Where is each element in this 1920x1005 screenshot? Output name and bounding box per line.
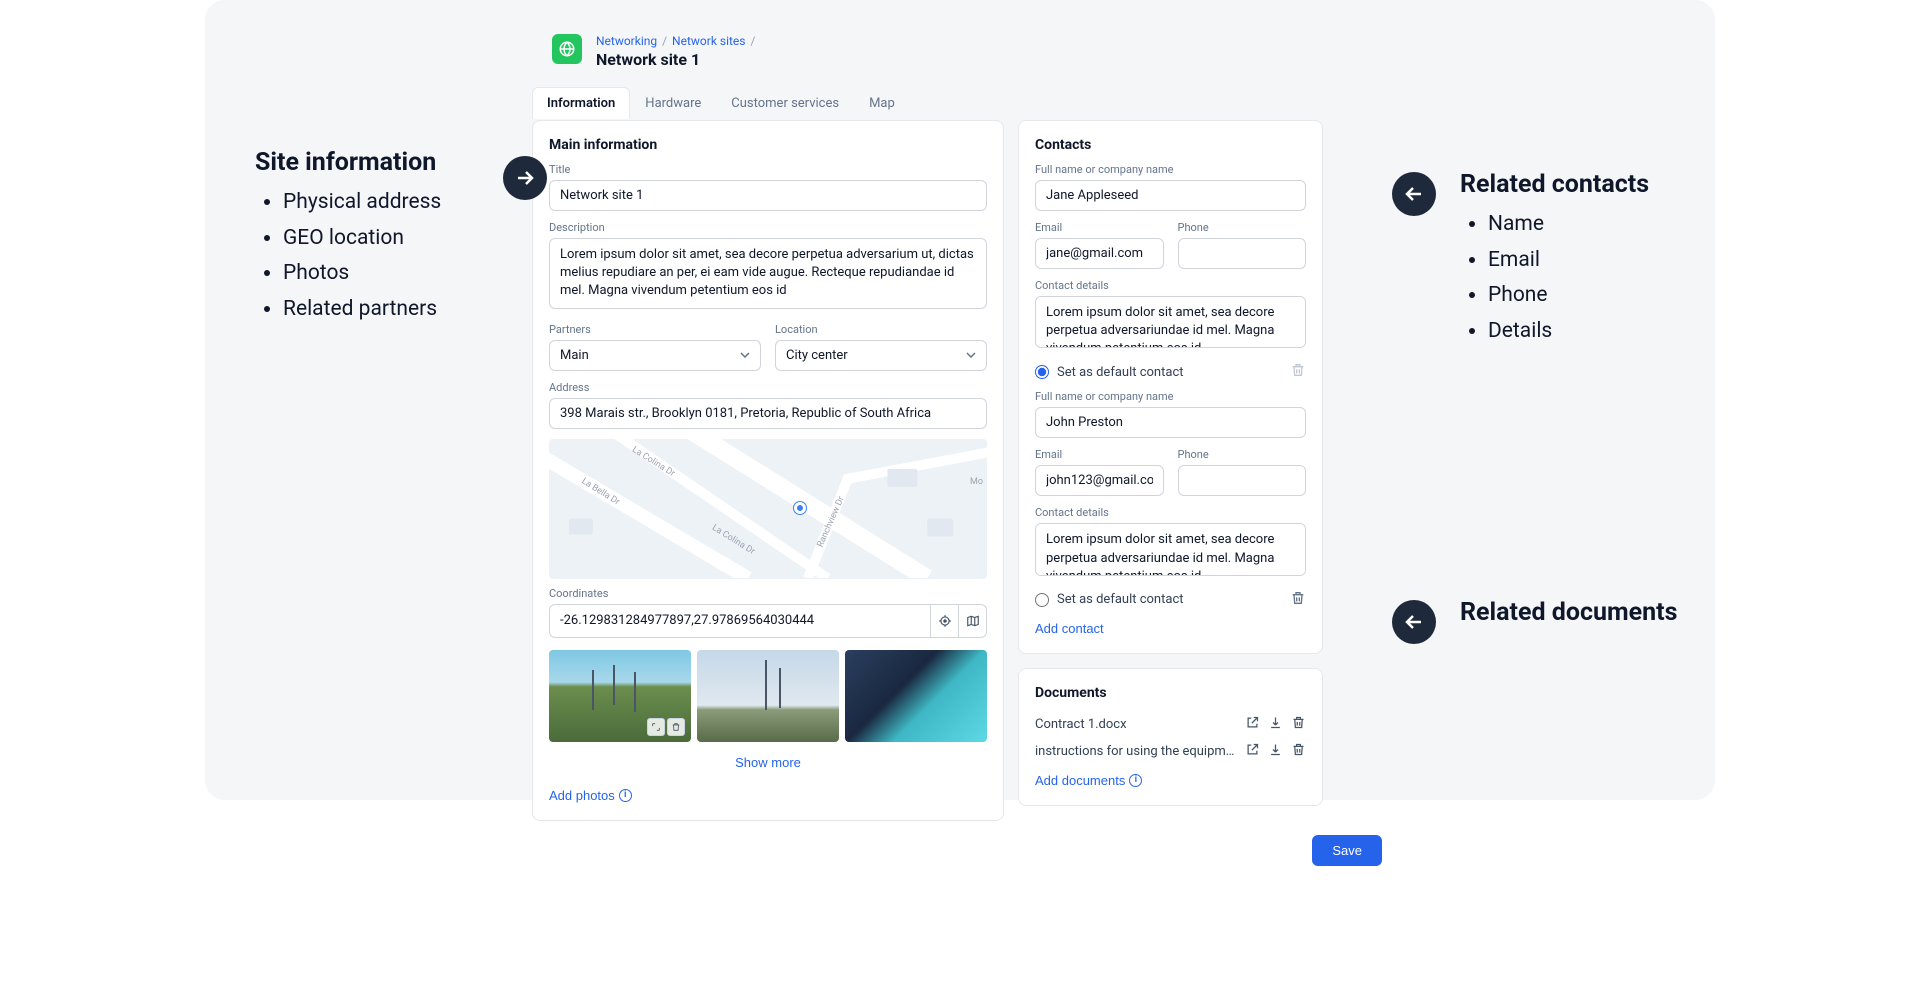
save-button[interactable]: Save — [1312, 835, 1382, 866]
trash-icon[interactable] — [1291, 715, 1306, 734]
tab-hardware[interactable]: Hardware — [630, 87, 716, 119]
location-select[interactable]: City center — [775, 340, 987, 371]
contact2-details-textarea[interactable]: Lorem ipsum dolor sit amet, sea decore p… — [1035, 523, 1306, 575]
contact1-default-radio[interactable] — [1035, 365, 1049, 379]
map-button[interactable] — [959, 604, 987, 638]
arrow-left-icon — [1392, 600, 1436, 644]
location-label: Location — [775, 323, 987, 336]
main-information-panel: Main information Title Description Lorem… — [532, 120, 1004, 821]
photo-thumb-1[interactable] — [549, 650, 691, 742]
info-icon — [619, 789, 632, 802]
callout-related-contacts: Related contacts Name Email Phone Detail… — [1460, 170, 1649, 350]
tab-map[interactable]: Map — [854, 87, 910, 119]
contact2-phone-input[interactable] — [1178, 465, 1307, 496]
map-pin-icon — [794, 502, 806, 514]
breadcrumb-l1[interactable]: Networking — [596, 34, 657, 48]
add-photos-link[interactable]: Add photos — [549, 788, 632, 803]
document-row: Contract 1.docx — [1035, 711, 1306, 738]
coords-label: Coordinates — [549, 587, 987, 600]
locate-button[interactable] — [931, 604, 959, 638]
photos-row — [549, 650, 987, 742]
partners-select[interactable]: Main — [549, 340, 761, 371]
description-label: Description — [549, 221, 987, 234]
breadcrumb-l2[interactable]: Network sites — [672, 34, 745, 48]
callout-related-documents: Related documents — [1460, 598, 1677, 635]
main-info-heading: Main information — [549, 137, 987, 153]
address-input[interactable] — [549, 398, 987, 429]
documents-panel: Documents Contract 1.docx instructions f… — [1018, 668, 1323, 806]
download-icon[interactable] — [1268, 742, 1283, 761]
open-icon[interactable] — [1245, 742, 1260, 761]
documents-heading: Documents — [1035, 685, 1306, 701]
document-name: instructions for using the equipment 1.d… — [1035, 744, 1237, 759]
title-input[interactable] — [549, 180, 987, 211]
callout-site-info: Site information Physical address GEO lo… — [255, 148, 441, 328]
contact2-email-input[interactable] — [1035, 465, 1164, 496]
contact2-delete-button[interactable] — [1290, 590, 1306, 610]
open-icon[interactable] — [1245, 715, 1260, 734]
network-site-app: Networking / Network sites / Network sit… — [532, 0, 1382, 876]
expand-icon[interactable] — [647, 718, 665, 736]
tab-customer-services[interactable]: Customer services — [716, 87, 854, 119]
page-title: Network site 1 — [596, 50, 757, 69]
coordinates-input[interactable] — [549, 604, 931, 638]
contacts-panel: Contacts Full name or company name Email… — [1018, 120, 1323, 654]
contact1-phone-input[interactable] — [1178, 238, 1307, 269]
partners-label: Partners — [549, 323, 761, 336]
show-more-link[interactable]: Show more — [735, 755, 801, 770]
contact1-delete-button[interactable] — [1290, 362, 1306, 382]
map-preview[interactable]: La Colina Dr La Bella Dr La Colina Dr Ra… — [549, 439, 987, 579]
photo-thumb-2[interactable] — [697, 650, 839, 742]
trash-icon[interactable] — [667, 718, 685, 736]
arrow-right-icon — [503, 156, 547, 200]
contact2-name-input[interactable] — [1035, 407, 1306, 438]
document-row: instructions for using the equipment 1.d… — [1035, 738, 1306, 765]
download-icon[interactable] — [1268, 715, 1283, 734]
globe-icon — [552, 34, 582, 64]
contact1-details-textarea[interactable]: Lorem ipsum dolor sit amet, sea decore p… — [1035, 296, 1306, 348]
contact1-name-input[interactable] — [1035, 180, 1306, 211]
add-documents-link[interactable]: Add documents — [1035, 773, 1142, 788]
address-label: Address — [549, 381, 987, 394]
breadcrumb: Networking / Network sites / — [596, 34, 757, 48]
document-name: Contract 1.docx — [1035, 717, 1237, 732]
photo-thumb-3[interactable] — [845, 650, 987, 742]
contacts-heading: Contacts — [1035, 137, 1306, 153]
arrow-left-icon — [1392, 172, 1436, 216]
contact1-email-input[interactable] — [1035, 238, 1164, 269]
description-textarea[interactable]: Lorem ipsum dolor sit amet, sea decore p… — [549, 238, 987, 309]
add-contact-link[interactable]: Add contact — [1035, 621, 1104, 636]
tab-information[interactable]: Information — [532, 87, 630, 119]
contact2-default-radio[interactable] — [1035, 593, 1049, 607]
trash-icon[interactable] — [1291, 742, 1306, 761]
info-icon — [1129, 774, 1142, 787]
title-label: Title — [549, 163, 987, 176]
page-header: Networking / Network sites / Network sit… — [532, 0, 1382, 69]
tabs: Information Hardware Customer services M… — [532, 87, 1382, 120]
